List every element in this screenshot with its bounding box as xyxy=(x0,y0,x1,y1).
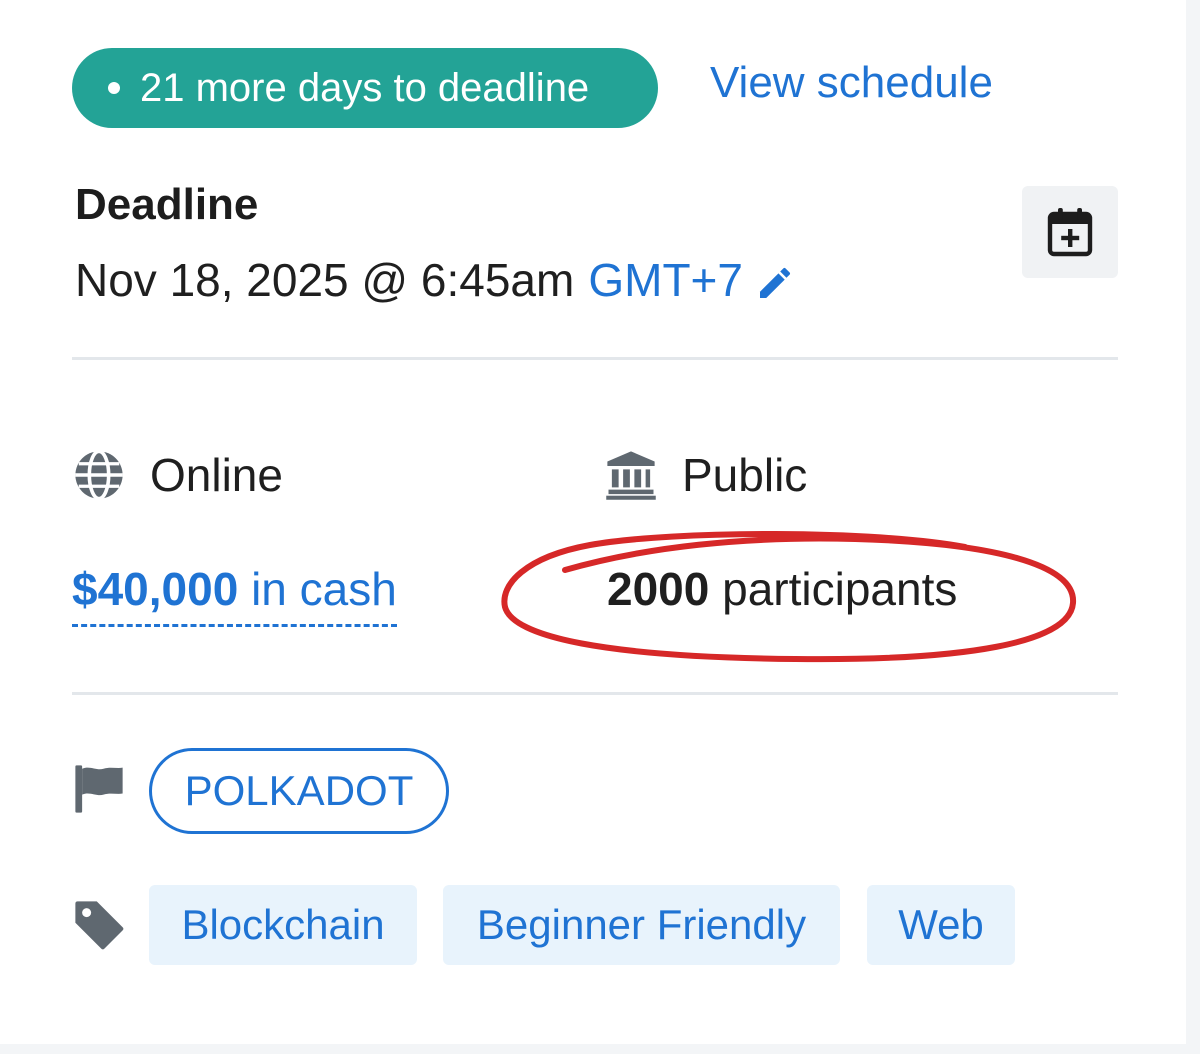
prize-amount: $40,000 xyxy=(72,563,239,615)
deadline-date-text: Nov 18, 2025 @ 6:45am xyxy=(75,254,575,306)
deadline-status-badge: 21 more days to deadline xyxy=(72,48,658,128)
globe-icon xyxy=(72,448,126,502)
calendar-plus-icon xyxy=(1047,208,1093,257)
location-info: Online xyxy=(72,448,283,502)
theme-tag-web[interactable]: Web xyxy=(867,885,1015,965)
theme-tag-blockchain[interactable]: Blockchain xyxy=(149,885,417,965)
prize-suffix: in cash xyxy=(251,563,397,615)
visibility-label: Public xyxy=(682,449,808,501)
add-to-calendar-button[interactable] xyxy=(1022,186,1118,278)
right-edge xyxy=(1186,0,1200,1054)
visibility-info: Public xyxy=(604,448,807,502)
flag-icon xyxy=(75,765,123,813)
deadline-datetime: Nov 18, 2025 @ 6:45am GMT+7 xyxy=(75,253,795,307)
host-tag-polkadot[interactable]: POLKADOT xyxy=(149,748,449,834)
deadline-heading: Deadline xyxy=(75,180,259,229)
participants-suffix: participants xyxy=(722,563,958,615)
participants-number: 2000 xyxy=(607,563,710,615)
participants-count: 2000 participants xyxy=(607,562,957,616)
section-divider xyxy=(72,357,1118,360)
status-dot-icon xyxy=(108,82,120,94)
pencil-icon[interactable] xyxy=(755,260,795,300)
view-schedule-link[interactable]: View schedule xyxy=(710,58,993,108)
timezone-link[interactable]: GMT+7 xyxy=(588,253,743,307)
section-divider xyxy=(72,692,1118,695)
bottom-edge xyxy=(0,1044,1200,1054)
tag-icon xyxy=(75,901,124,950)
deadline-status-text: 21 more days to deadline xyxy=(140,65,590,110)
location-label: Online xyxy=(150,449,283,501)
prize-total-link[interactable]: $40,000 in cash xyxy=(72,562,397,627)
theme-tag-beginner-friendly[interactable]: Beginner Friendly xyxy=(443,885,840,965)
landmark-icon xyxy=(604,448,658,502)
